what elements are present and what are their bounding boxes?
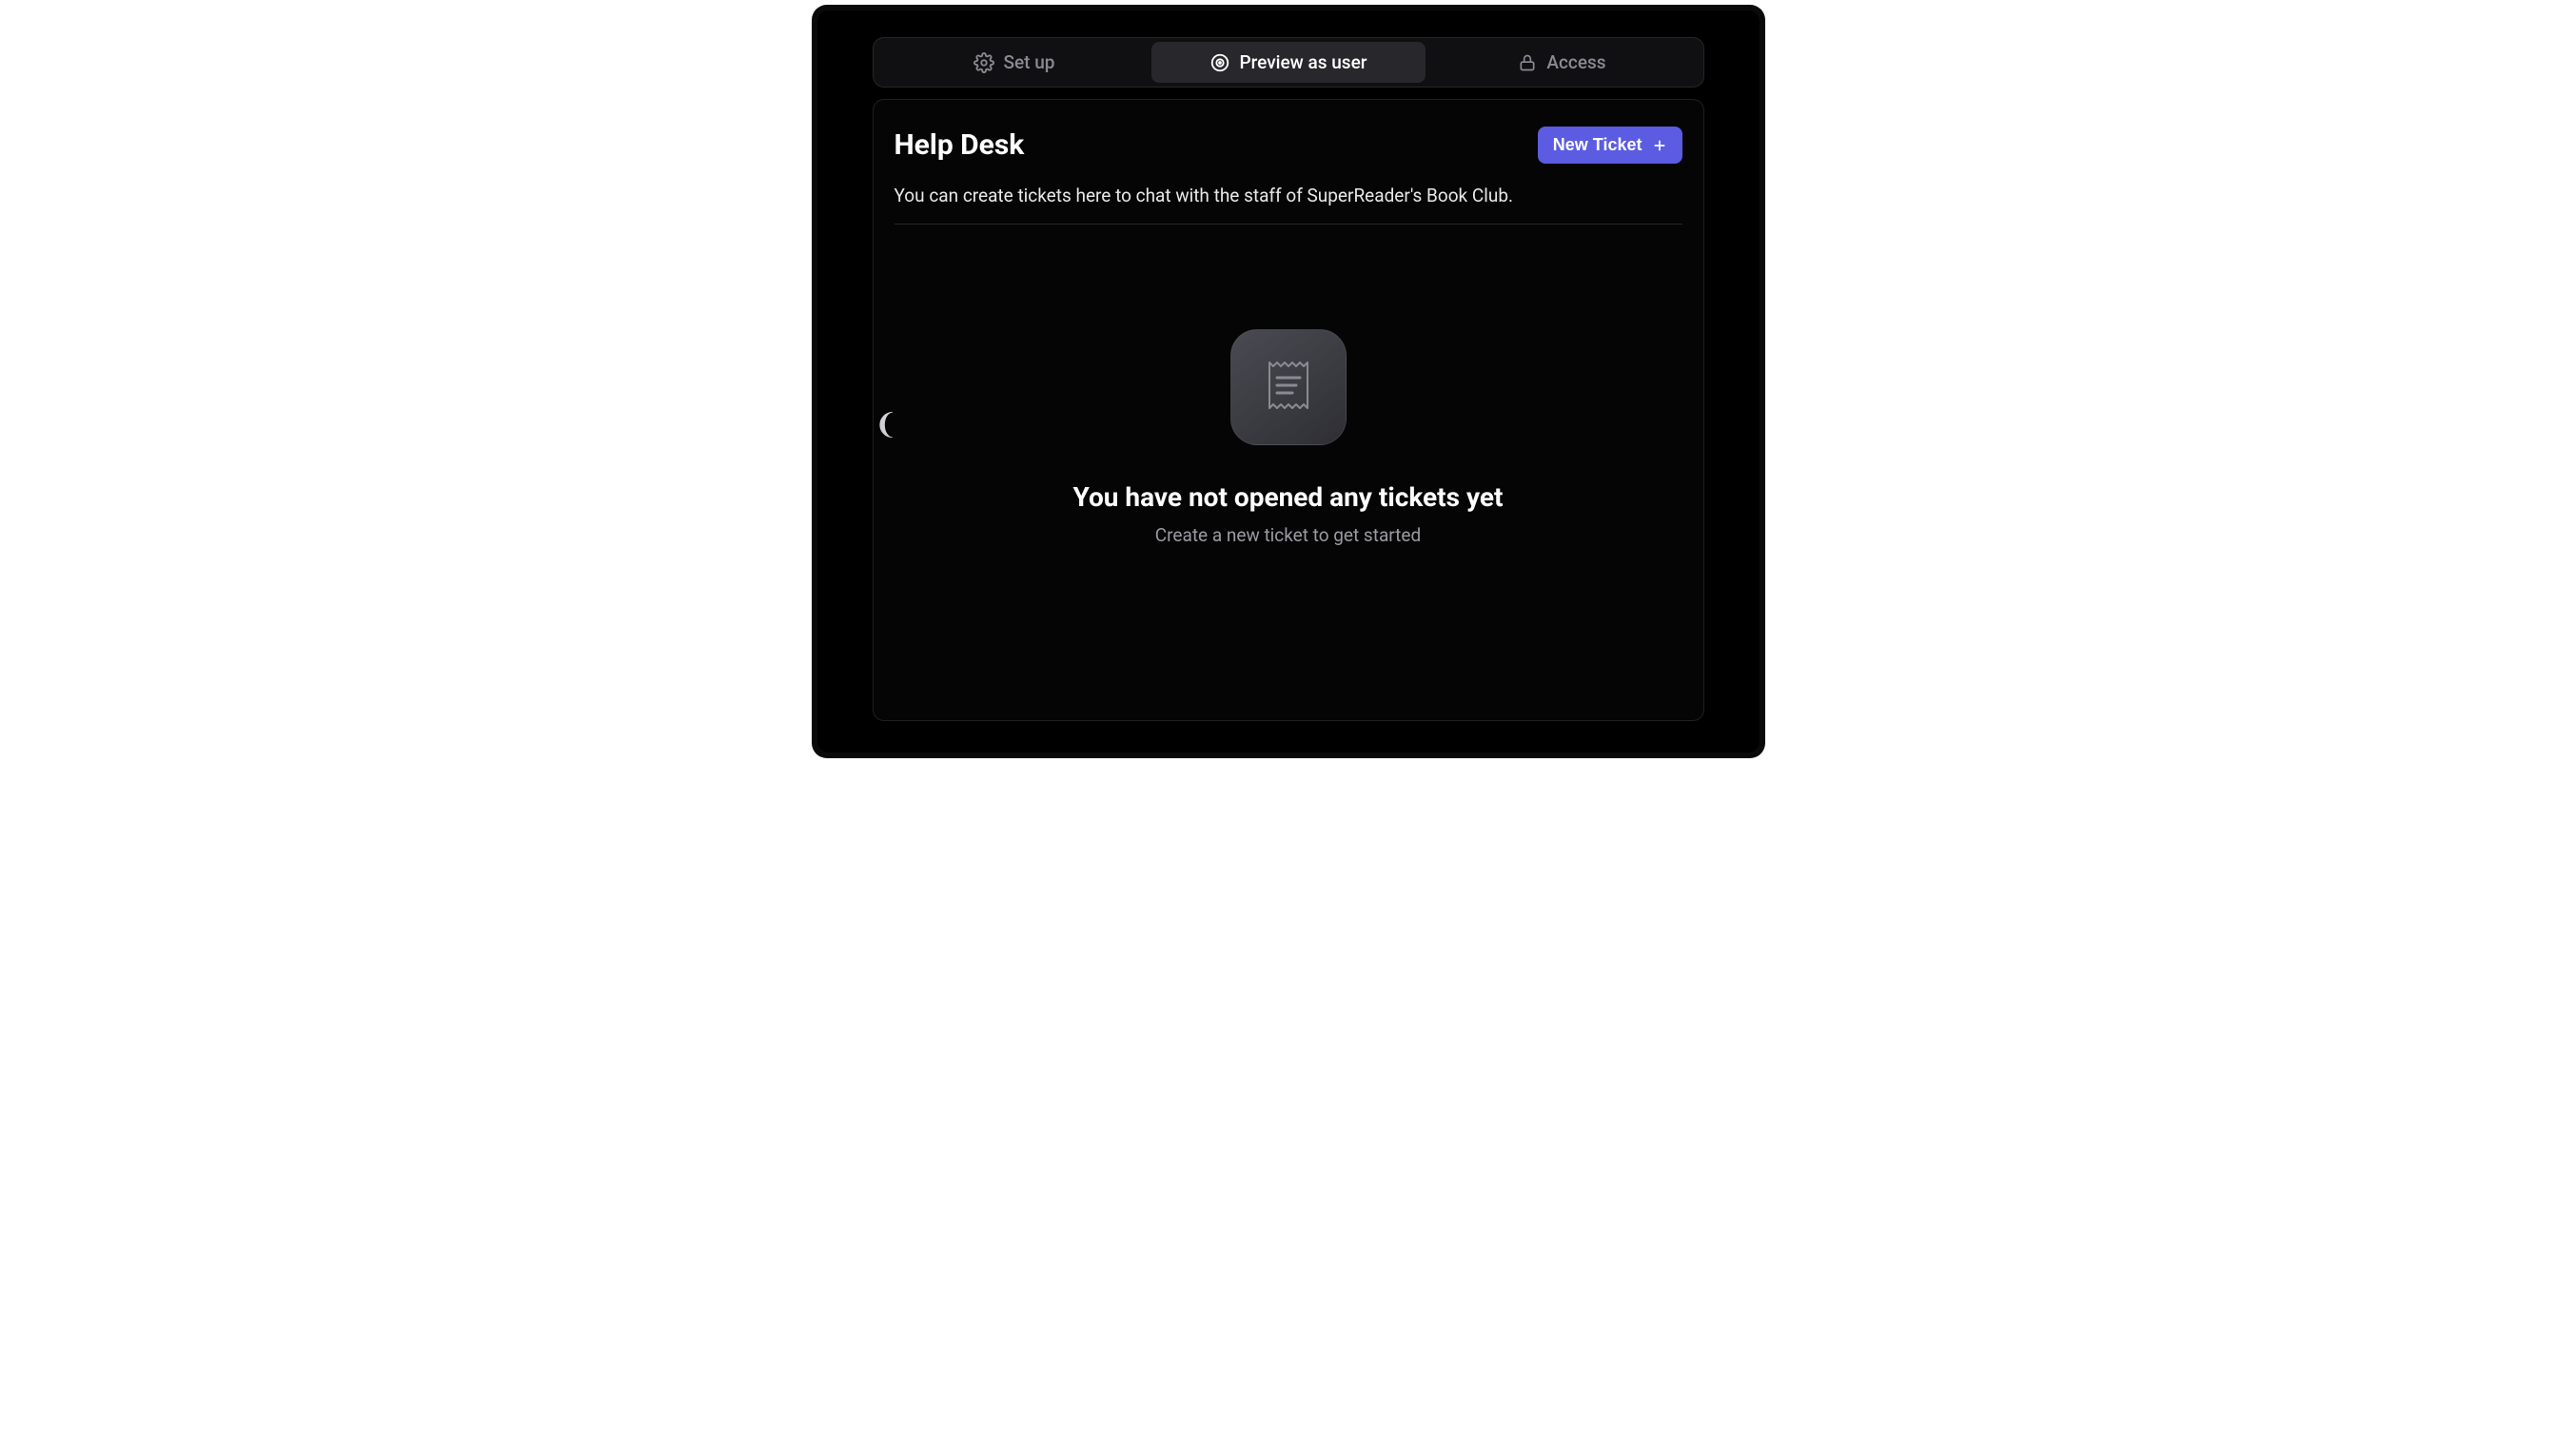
empty-state-icon-box [1230,329,1347,445]
page-title: Help Desk [895,128,1025,162]
tab-setup-label: Set up [1004,51,1055,73]
eye-target-icon [1209,52,1230,73]
lock-icon [1518,53,1537,72]
empty-state-title: You have not opened any tickets yet [1073,481,1504,513]
page-description: You can create tickets here to chat with… [895,185,1682,206]
receipt-icon [1266,359,1311,416]
empty-state-subtitle: Create a new ticket to get started [1155,524,1421,546]
plus-icon [1652,138,1667,153]
gear-icon [973,52,994,73]
tab-preview-as-user[interactable]: Preview as user [1151,42,1426,83]
tab-preview-label: Preview as user [1240,51,1367,73]
divider [895,224,1682,225]
tab-setup[interactable]: Set up [877,42,1151,83]
tab-bar: Set up Preview as user [873,37,1704,88]
empty-state: You have not opened any tickets yet Crea… [895,291,1682,546]
content-panel: Help Desk New Ticket You can create tick… [873,99,1704,721]
app-window: Set up Preview as user [812,5,1765,758]
tab-access-label: Access [1546,51,1605,73]
inner-container: Set up Preview as user [817,10,1760,753]
new-ticket-label: New Ticket [1553,135,1642,155]
new-ticket-button[interactable]: New Ticket [1538,127,1682,164]
header-row: Help Desk New Ticket [895,127,1682,164]
tab-access[interactable]: Access [1426,42,1700,83]
collapse-handle[interactable]: ❨ [875,408,898,441]
